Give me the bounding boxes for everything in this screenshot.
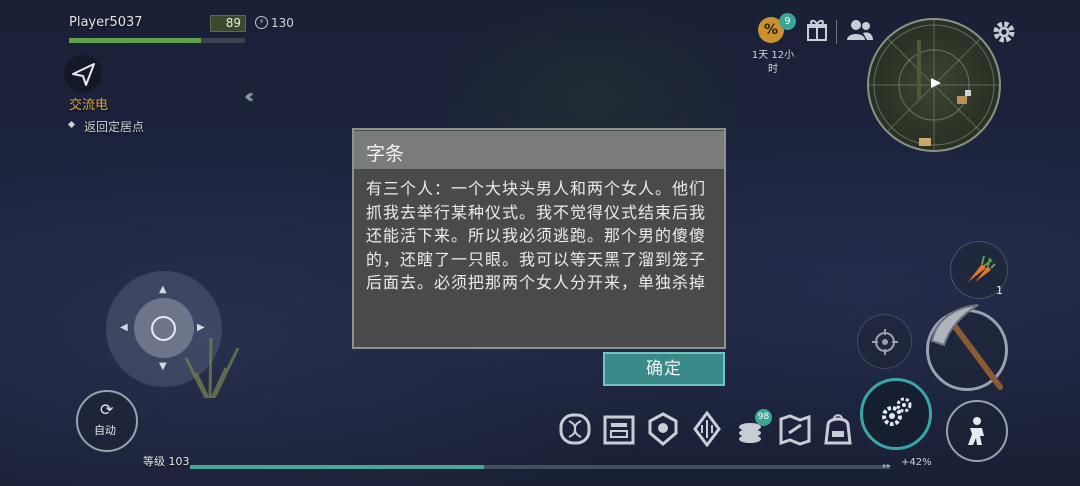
energy-value: 130	[271, 16, 294, 30]
quest-bullet	[67, 120, 76, 129]
discount-timer: 1天 12小时	[751, 50, 795, 75]
player-name: Player5037	[69, 15, 143, 30]
dialog-title: 字条	[366, 143, 405, 165]
dialog-body-text: 有三个人：一个大块头男人和两个女人。他们抓我去举行某种仪式。我不觉得仪式结束后我…	[366, 179, 707, 292]
refresh-icon: ⟳	[100, 400, 114, 419]
carrot-icon	[962, 252, 996, 290]
dna-icon[interactable]	[557, 411, 593, 447]
backpack-icon[interactable]	[820, 411, 856, 447]
confirm-button[interactable]: 确定	[603, 352, 725, 386]
crafting-icon[interactable]	[601, 411, 637, 447]
joystick-down-arrow-icon: ▼	[159, 361, 167, 372]
xp-percent: +42%	[901, 457, 932, 468]
build-gears-icon	[878, 396, 914, 436]
settings-icon[interactable]	[990, 18, 1018, 50]
quest-arrow-icon[interactable]	[64, 55, 102, 93]
auto-label: 自动	[94, 424, 116, 437]
level-label: 等级 103	[143, 455, 190, 468]
pickaxe-icon	[926, 301, 1006, 395]
collapse-chevron-icon[interactable]: ‹‹	[244, 84, 255, 108]
energy-icon: ⚡	[255, 16, 268, 29]
minimap[interactable]	[867, 18, 1001, 152]
dialog-header	[354, 131, 724, 169]
health-bar-fill	[69, 38, 201, 43]
joystick-center-icon	[151, 316, 176, 341]
aim-icon	[870, 327, 900, 361]
xp-bar-fill	[190, 465, 484, 469]
discount-badge: 9	[779, 13, 796, 30]
divider	[836, 20, 837, 44]
coins-badge: 98	[755, 409, 772, 426]
crouch-icon	[964, 416, 990, 450]
gift-icon[interactable]	[806, 18, 828, 46]
skill-icon[interactable]	[689, 410, 725, 448]
clan-icon[interactable]	[645, 411, 681, 447]
joystick-left-arrow-icon: ◀	[120, 322, 128, 333]
health-value: 89	[210, 15, 246, 32]
xp-arrows-icon: ▸▸	[883, 461, 892, 470]
map-icon[interactable]	[777, 411, 813, 447]
quick-slot-count: 1	[996, 284, 1003, 297]
friends-icon[interactable]	[846, 19, 874, 45]
joystick-up-arrow-icon: ▲	[159, 284, 167, 295]
grass-plant	[176, 318, 246, 402]
quest-title[interactable]: 交流电	[69, 94, 108, 113]
quest-objective: 返回定居点	[84, 120, 145, 134]
